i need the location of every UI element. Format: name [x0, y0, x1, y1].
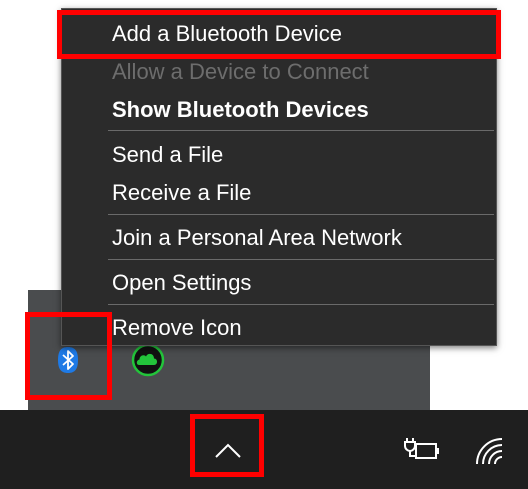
menu-item-allow-device-to-connect: Allow a Device to Connect — [112, 59, 369, 84]
highlight-add-bluetooth-device — [57, 10, 501, 59]
taskbar — [0, 410, 528, 489]
menu-item-join-personal-area-network[interactable]: Join a Personal Area Network — [112, 220, 402, 256]
menu-item-show-bluetooth-devices[interactable]: Show Bluetooth Devices — [112, 92, 369, 128]
menu-item-receive-file[interactable]: Receive a File — [112, 175, 251, 211]
menu-separator — [108, 130, 494, 131]
cloud-sync-tray-button[interactable] — [130, 342, 166, 378]
power-plug-battery-icon — [404, 438, 439, 459]
cloud-sync-icon — [131, 343, 165, 377]
menu-separator — [108, 214, 494, 215]
menu-item-send-file[interactable]: Send a File — [112, 137, 223, 173]
wifi-icon — [476, 438, 503, 465]
menu-item-open-settings[interactable]: Open Settings — [112, 265, 251, 301]
menu-separator — [108, 304, 494, 305]
power-status-button[interactable] — [402, 434, 442, 466]
menu-separator — [108, 259, 494, 260]
menu-item-remove-icon[interactable]: Remove Icon — [112, 310, 242, 346]
network-status-button[interactable] — [472, 434, 506, 468]
highlight-bluetooth-tray-icon — [25, 312, 112, 400]
highlight-show-hidden-icons — [190, 414, 264, 477]
